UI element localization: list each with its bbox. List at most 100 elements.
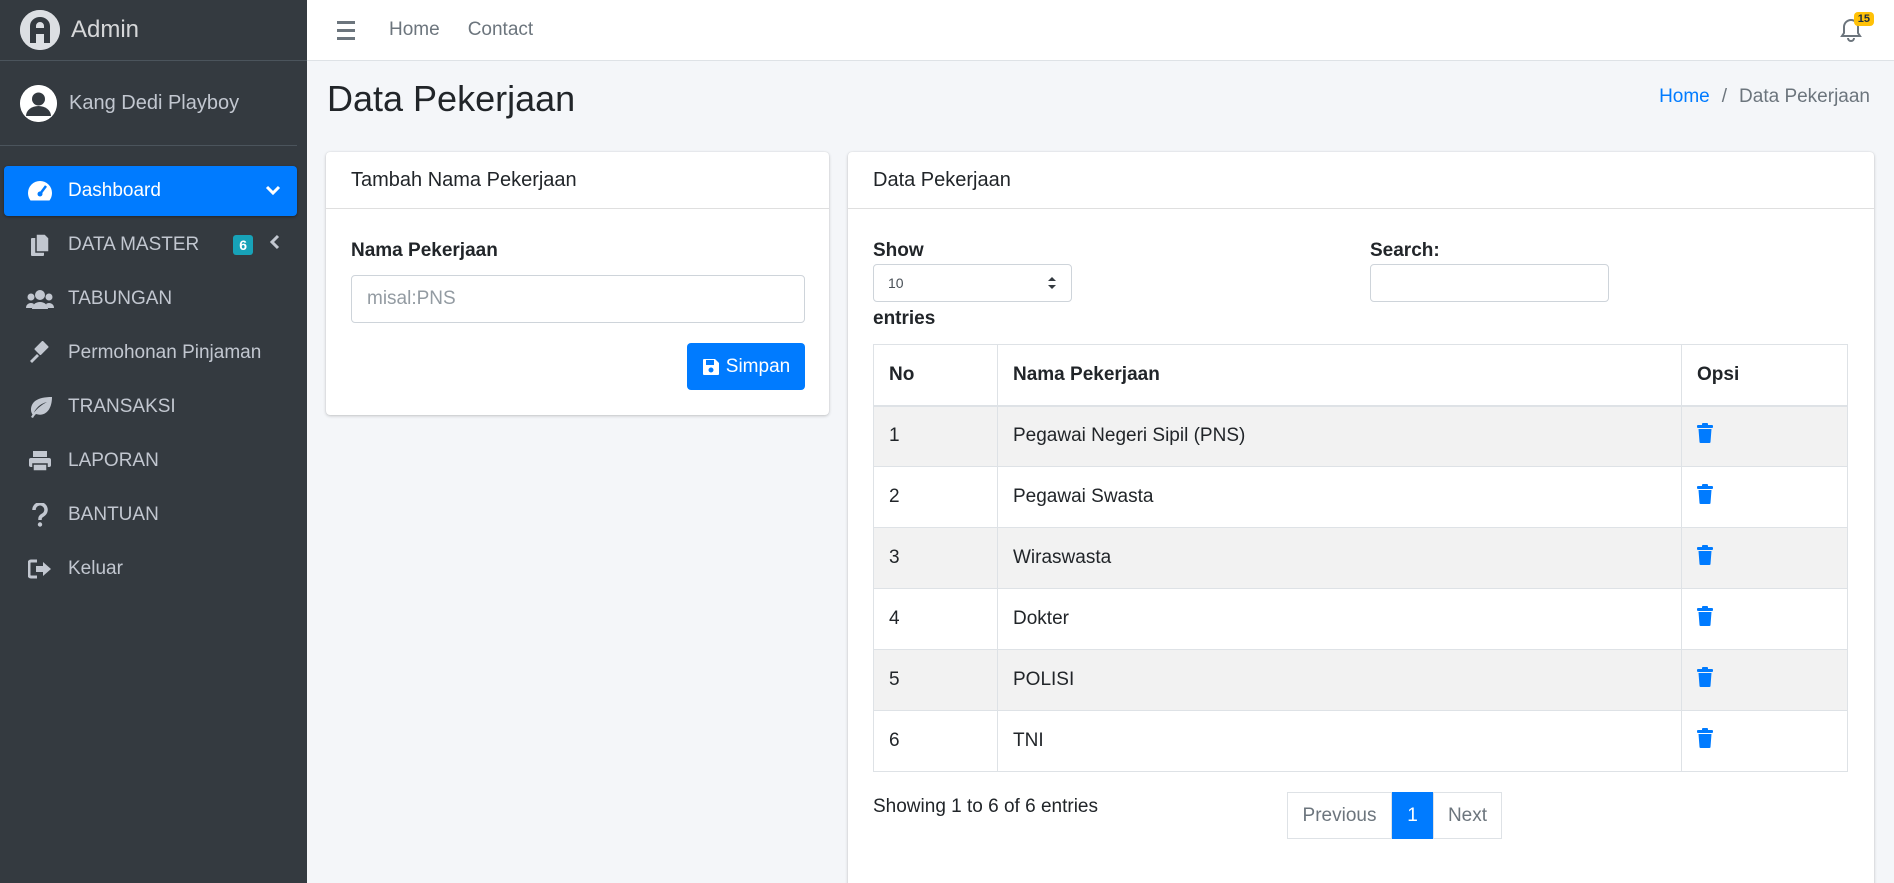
table-body: 1 Pegawai Negeri Sipil (PNS) 2 Pegawai Swas…	[873, 405, 1848, 772]
chevron-down-icon	[265, 180, 281, 202]
brand-logo-icon	[20, 10, 60, 50]
sidebar-item-label: Dashboard	[68, 180, 161, 201]
sidebar-item-dashboard[interactable]: Dashboard	[4, 166, 297, 216]
trash-icon[interactable]	[1697, 423, 1713, 449]
column-header-options[interactable]: Opsi	[1681, 344, 1848, 407]
table-row: 4 Dokter	[873, 588, 1848, 650]
question-icon	[26, 502, 54, 528]
row-number: 4	[873, 588, 998, 650]
top-navbar: Home Contact 15	[307, 0, 1894, 61]
row-job-name: Pegawai Swasta	[997, 466, 1682, 528]
notifications-button[interactable]: 15	[1836, 12, 1874, 44]
column-header-job-name[interactable]: Nama Pekerjaan	[997, 344, 1682, 407]
sidebar-item-label: Permohonan Pinjaman	[68, 342, 262, 363]
table-row: 3 Wiraswasta	[873, 527, 1848, 589]
row-number: 3	[873, 527, 998, 589]
sidebar-item-label: BANTUAN	[68, 504, 159, 525]
next-page-button[interactable]: Next	[1433, 792, 1502, 839]
trash-icon[interactable]	[1697, 606, 1713, 632]
sidebar-item-label: TABUNGAN	[68, 288, 173, 309]
table-row: 1 Pegawai Negeri Sipil (PNS)	[873, 405, 1848, 467]
row-number: 1	[873, 405, 998, 467]
job-name-input[interactable]	[351, 275, 805, 323]
brand-link[interactable]: Admin	[0, 0, 307, 61]
table-header-row: No Nama Pekerjaan Opsi	[873, 344, 1848, 407]
sidebar: Admin Kang Dedi Playboy Dashboard DATA M…	[0, 0, 307, 883]
trash-icon[interactable]	[1697, 728, 1713, 754]
sidebar-item-transaksi[interactable]: TRANSAKSI	[4, 382, 297, 432]
select-arrows-icon	[1048, 277, 1056, 289]
sidebar-item-permohonan-pinjaman[interactable]: Permohonan Pinjaman	[4, 328, 297, 378]
sign-out-icon	[26, 556, 54, 582]
breadcrumb-current: Data Pekerjaan	[1739, 86, 1870, 107]
row-job-name: Dokter	[997, 588, 1682, 650]
sidebar-item-label: TRANSAKSI	[68, 396, 176, 417]
data-master-badge: 6	[233, 235, 253, 255]
row-options	[1681, 405, 1848, 467]
save-button[interactable]: Simpan	[687, 343, 805, 390]
row-options	[1681, 649, 1848, 711]
table-row: 2 Pegawai Swasta	[873, 466, 1848, 528]
row-job-name: Pegawai Negeri Sipil (PNS)	[997, 405, 1682, 467]
notification-badge: 15	[1853, 12, 1874, 26]
breadcrumb-separator: /	[1721, 86, 1728, 107]
job-table: No Nama Pekerjaan Opsi 1 Pegawai Negeri S…	[873, 344, 1848, 772]
page-size-select[interactable]: 10	[873, 264, 1072, 302]
gavel-icon	[26, 340, 54, 366]
search-label: Search:	[1370, 240, 1440, 261]
table-row: 5 POLISI	[873, 649, 1848, 711]
page-1-button[interactable]: 1	[1392, 792, 1433, 839]
copy-icon	[26, 232, 54, 258]
trash-icon[interactable]	[1697, 484, 1713, 510]
sidebar-item-keluar[interactable]: Keluar	[4, 544, 297, 594]
column-header-no[interactable]: No	[873, 344, 998, 407]
row-job-name: POLISI	[997, 649, 1682, 711]
breadcrumb-home-link[interactable]: Home	[1659, 86, 1710, 108]
table-row: 6 TNI	[873, 710, 1848, 772]
brand-text: Admin	[71, 16, 140, 43]
save-icon	[702, 358, 719, 375]
show-label: Show	[873, 240, 924, 261]
card-title: Tambah Nama Pekerjaan	[326, 152, 829, 209]
job-name-label: Nama Pekerjaan	[351, 240, 498, 261]
row-job-name: TNI	[997, 710, 1682, 772]
sidebar-item-bantuan[interactable]: BANTUAN	[4, 490, 297, 540]
pagination: Previous 1 Next	[1287, 792, 1502, 839]
row-options	[1681, 588, 1848, 650]
previous-page-button[interactable]: Previous	[1287, 792, 1392, 839]
menu-toggle-icon[interactable]	[329, 20, 363, 40]
sidebar-item-label: Keluar	[68, 558, 123, 579]
sidebar-item-label: DATA MASTER	[68, 234, 200, 255]
job-list-card: Data Pekerjaan Show 10 entries Search: N…	[848, 152, 1874, 883]
page-title: Data Pekerjaan	[327, 78, 576, 119]
page-size-value: 10	[888, 275, 904, 291]
row-number: 5	[873, 649, 998, 711]
sidebar-item-laporan[interactable]: LAPORAN	[4, 436, 297, 486]
user-name: Kang Dedi Playboy	[69, 91, 240, 114]
sidebar-item-data-master[interactable]: DATA MASTER 6	[4, 220, 297, 270]
save-button-label: Simpan	[725, 355, 791, 377]
chevron-left-icon	[269, 234, 281, 256]
trash-icon[interactable]	[1697, 545, 1713, 571]
row-options	[1681, 710, 1848, 772]
nav-link-contact[interactable]: Contact	[468, 19, 533, 41]
row-options	[1681, 527, 1848, 589]
row-job-name: Wiraswasta	[997, 527, 1682, 589]
trash-icon[interactable]	[1697, 667, 1713, 693]
row-options	[1681, 466, 1848, 528]
user-panel[interactable]: Kang Dedi Playboy	[0, 61, 297, 146]
table-info: Showing 1 to 6 of 6 entries	[873, 796, 1098, 817]
user-avatar-icon	[20, 84, 57, 122]
entries-label: entries	[873, 308, 936, 329]
add-job-card: Tambah Nama Pekerjaan Nama Pekerjaan Sim…	[326, 152, 829, 415]
leaf-icon	[26, 394, 54, 420]
row-number: 6	[873, 710, 998, 772]
breadcrumb: Home / Data Pekerjaan	[1659, 86, 1870, 108]
card-title: Data Pekerjaan	[848, 152, 1874, 209]
users-icon	[26, 286, 54, 312]
print-icon	[26, 448, 54, 474]
search-input[interactable]	[1370, 264, 1609, 302]
nav-link-home[interactable]: Home	[389, 19, 440, 41]
tachometer-icon	[26, 178, 54, 204]
sidebar-item-tabungan[interactable]: TABUNGAN	[4, 274, 297, 324]
